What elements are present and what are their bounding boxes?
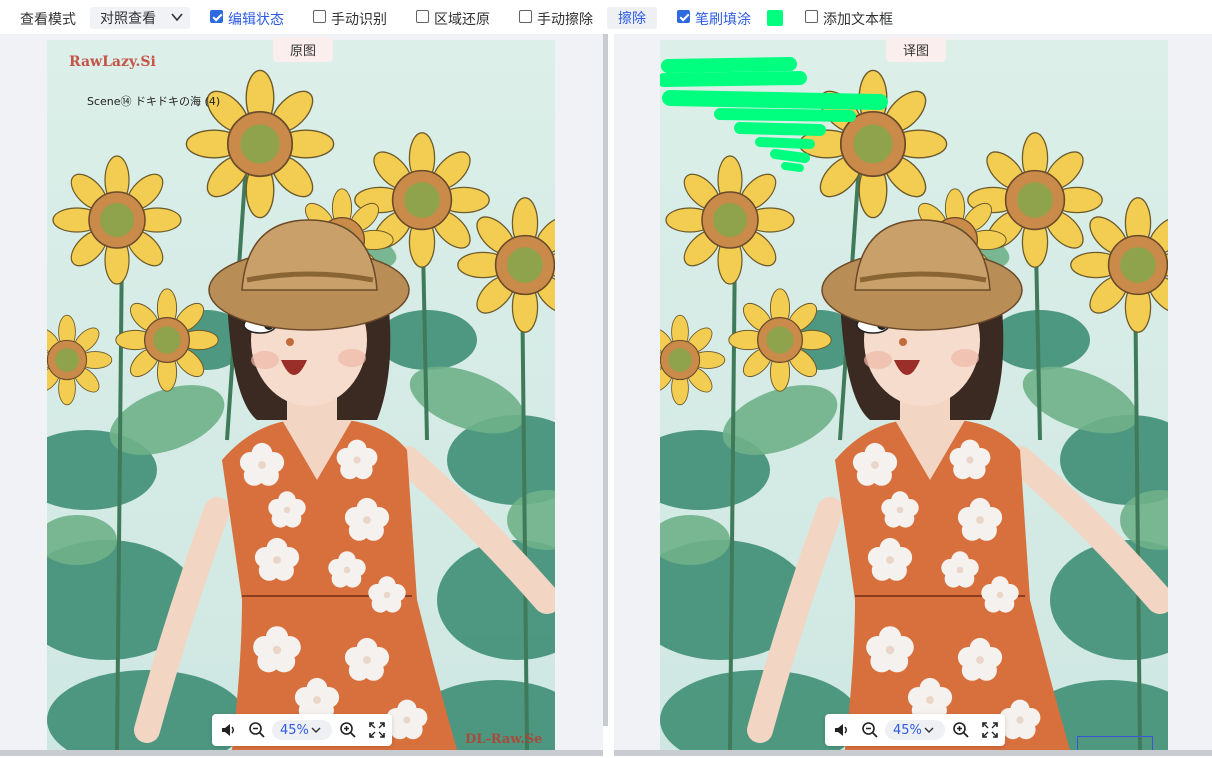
watermark-top: RawLazy.Si [69, 54, 156, 70]
translated-label: 译图 [886, 37, 946, 62]
translated-image [660, 40, 1168, 750]
add-textbox-checkbox[interactable] [805, 10, 818, 23]
chevron-down-icon [924, 727, 934, 733]
zoom-toolbar-left: 45% [212, 714, 392, 746]
zoom-level-value: 45% [280, 722, 309, 738]
manual-detect-checkbox[interactable] [313, 10, 326, 23]
translated-illustration [660, 40, 1168, 750]
manual-erase-label[interactable]: 手动擦除 [537, 9, 593, 29]
view-mode-select[interactable]: 对照查看 [90, 7, 190, 29]
speaker-icon[interactable] [833, 721, 851, 739]
original-image: RawLazy.Si Scene⑭ ドキドキの海 (4) DL-Raw.Se [47, 40, 555, 750]
view-mode-label: 查看模式 [20, 12, 76, 28]
translated-image-pane[interactable]: 译图 45% [614, 34, 1212, 750]
fullscreen-icon[interactable] [368, 721, 386, 739]
scene-caption: Scene⑭ ドキドキの海 (4) [87, 95, 221, 108]
zoom-out-icon[interactable] [861, 721, 879, 739]
region-restore-label[interactable]: 区域还原 [434, 9, 490, 29]
manual-erase-checkbox[interactable] [519, 10, 532, 23]
horizontal-scrollbar-left[interactable] [0, 750, 603, 756]
chevron-down-icon [311, 727, 321, 733]
brush-color-swatch[interactable] [767, 10, 783, 26]
watermark-bottom: DL-Raw.Se [465, 732, 543, 747]
erase-button[interactable]: 擦除 [607, 7, 657, 29]
brush-fill-label[interactable]: 笔刷填涂 [695, 9, 751, 29]
horizontal-scrollbar-right[interactable] [614, 750, 1212, 756]
zoom-level-select[interactable]: 45% [885, 720, 945, 740]
add-textbox-label[interactable]: 添加文本框 [823, 9, 893, 29]
region-restore-checkbox[interactable] [416, 10, 429, 23]
chevron-down-icon [171, 13, 183, 22]
original-illustration [47, 40, 555, 750]
zoom-in-icon[interactable] [952, 721, 970, 739]
view-mode-value: 对照查看 [100, 11, 156, 27]
zoom-level-select[interactable]: 45% [272, 720, 332, 740]
manual-detect-label[interactable]: 手动识别 [331, 9, 387, 29]
edit-state-checkbox[interactable] [210, 10, 223, 23]
edit-state-label[interactable]: 编辑状态 [228, 9, 284, 29]
zoom-toolbar-right: 45% [825, 714, 1005, 746]
original-label: 原图 [273, 37, 333, 62]
original-image-pane[interactable]: RawLazy.Si Scene⑭ ドキドキの海 (4) DL-Raw.Se 原… [0, 34, 603, 750]
speaker-icon[interactable] [220, 721, 238, 739]
toolbar: 查看模式 对照查看 编辑状态 手动识别 区域还原 手动擦除 擦除 笔刷填涂 添加… [0, 0, 1212, 34]
zoom-out-icon[interactable] [248, 721, 266, 739]
added-textbox[interactable] [1077, 736, 1153, 750]
zoom-level-value: 45% [893, 722, 922, 738]
fullscreen-icon[interactable] [981, 721, 999, 739]
brush-fill-checkbox[interactable] [677, 10, 690, 23]
zoom-in-icon[interactable] [339, 721, 357, 739]
